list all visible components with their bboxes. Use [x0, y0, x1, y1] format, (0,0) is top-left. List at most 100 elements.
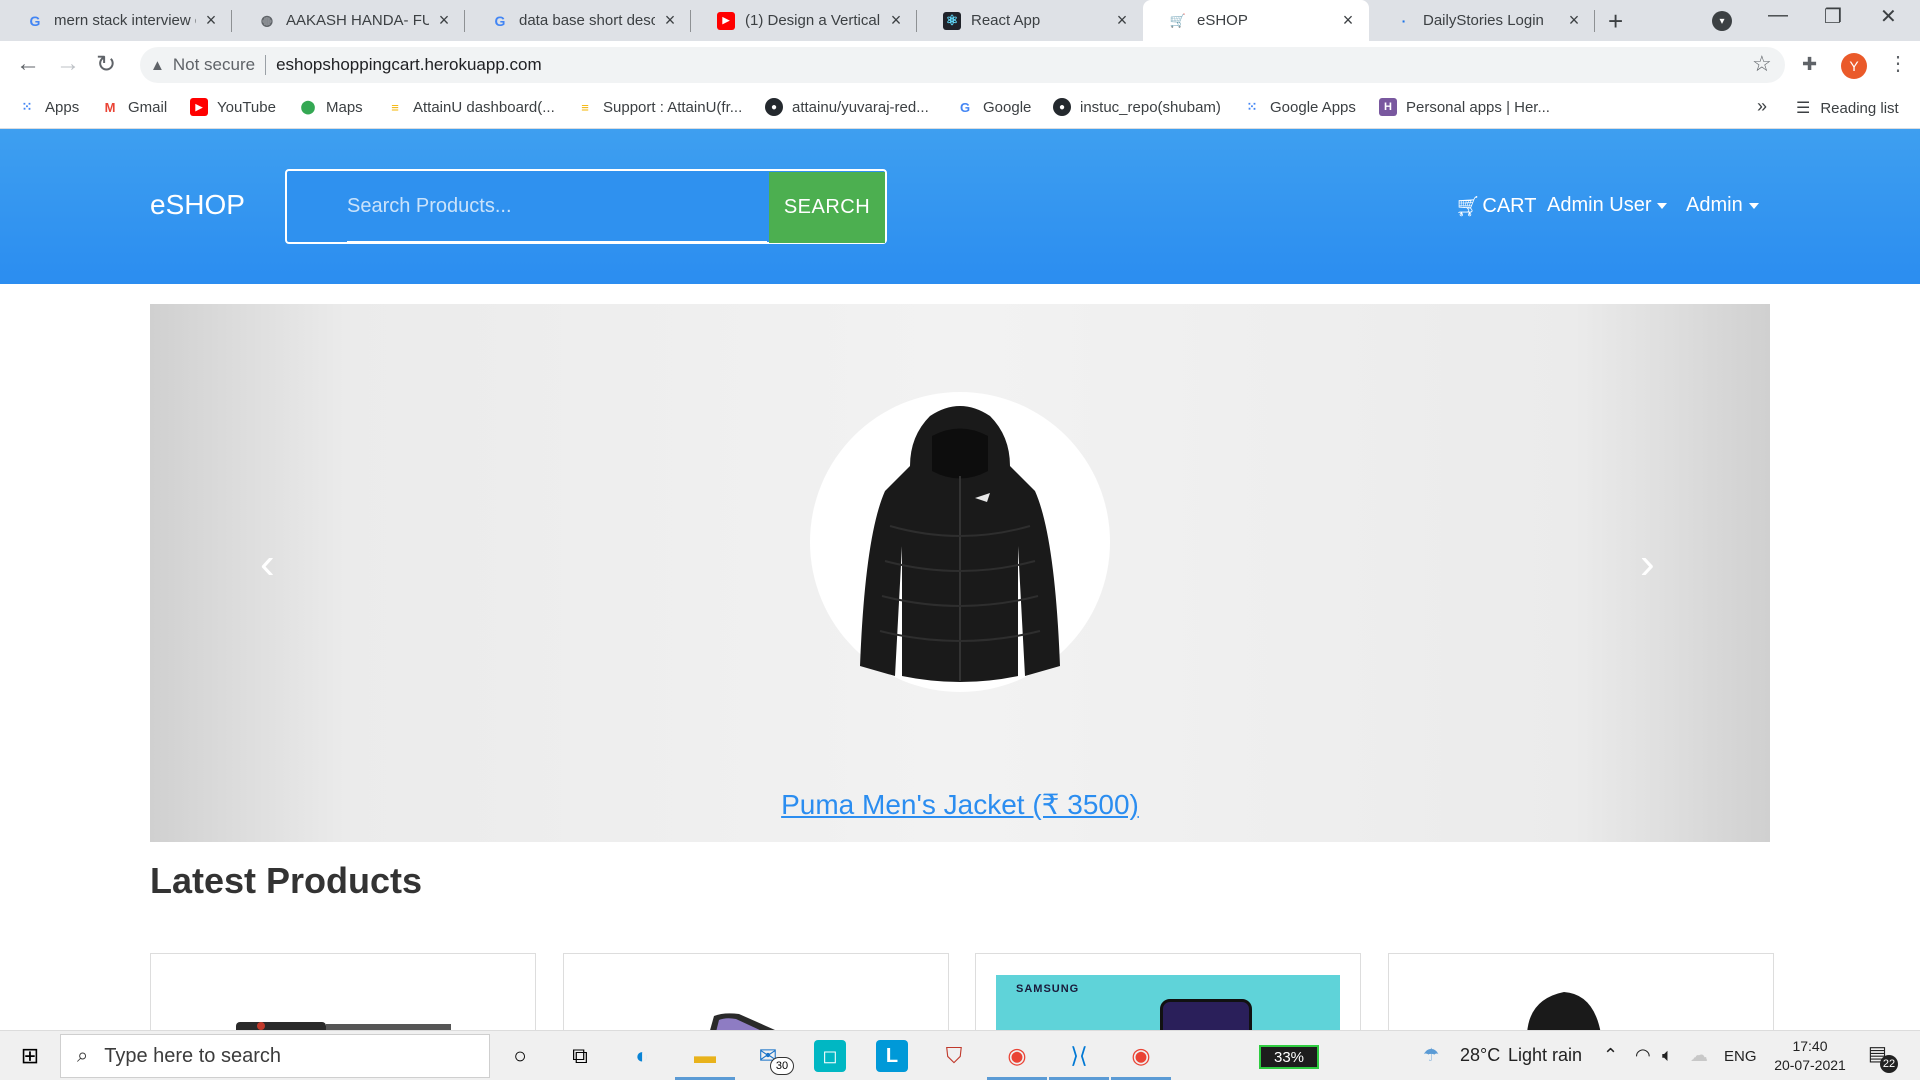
bookmark-github-yuvaraj[interactable]: ● attainu/yuvaraj-red... — [765, 98, 929, 116]
jacket-image[interactable] — [850, 396, 1070, 686]
browser-tab[interactable]: · DailyStories Login × — [1369, 0, 1595, 41]
user-dropdown[interactable]: Admin User — [1547, 194, 1668, 217]
bookmark-label: Maps — [326, 98, 363, 116]
product-card[interactable]: SAMSUNG — [975, 953, 1361, 1033]
brand-logo[interactable]: eSHOP — [150, 189, 245, 221]
lt-app-icon[interactable]: L — [876, 1040, 908, 1072]
close-tab-icon[interactable]: × — [661, 10, 679, 31]
close-tab-icon[interactable]: × — [1113, 10, 1131, 31]
system-clock[interactable]: 17:40 20-07-2021 — [1770, 1037, 1850, 1075]
bookmark-label: Support : AttainU(fr... — [603, 98, 743, 116]
windows-start-icon[interactable]: ⊞ — [14, 1040, 46, 1072]
bookmark-maps[interactable]: ⬤ Maps — [299, 98, 363, 116]
bookmark-star-icon[interactable]: ☆ — [1752, 51, 1772, 77]
apps-grid-icon: ⁙ — [1246, 99, 1258, 114]
tab-search-icon[interactable]: ▾ — [1712, 11, 1732, 31]
maps-pin-icon: ⬤ — [300, 99, 316, 114]
bookmark-label: Gmail — [128, 98, 168, 116]
bookmark-gmail[interactable]: M Gmail — [101, 98, 168, 116]
bookmark-label: Google — [983, 98, 1032, 116]
weather-temp[interactable]: 28°C — [1460, 1045, 1500, 1066]
bookmark-youtube[interactable]: ▶ YouTube — [190, 98, 276, 116]
browser-tab-active[interactable]: 🛒 eSHOP × — [1143, 0, 1369, 41]
search-button[interactable]: SEARCH — [769, 172, 885, 243]
taskbar-search-placeholder: Type here to search — [104, 1044, 281, 1067]
browser-tab[interactable]: G mern stack interview q × — [0, 0, 232, 41]
more-bookmarks-icon[interactable]: » — [1757, 96, 1767, 117]
vscode-icon[interactable]: ⟩⟨ — [1063, 1040, 1095, 1072]
bookmark-label: AttainU dashboard(... — [413, 98, 555, 116]
file-explorer-icon[interactable]: ▬ — [689, 1040, 721, 1072]
onedrive-cloud-icon[interactable]: ☁ — [1690, 1045, 1708, 1066]
bookmark-label: Apps — [45, 98, 80, 116]
url-text[interactable]: eshopshoppingcart.herokuapp.com — [276, 55, 542, 75]
restore-window-icon[interactable]: ❐ — [1824, 4, 1842, 29]
edge-icon[interactable]: ◐ — [626, 1040, 658, 1072]
wifi-icon[interactable]: ◠ — [1635, 1045, 1651, 1066]
reading-list[interactable]: ☰ Reading list — [1796, 98, 1899, 118]
close-tab-icon[interactable]: × — [1565, 10, 1583, 31]
close-tab-icon[interactable]: × — [1339, 10, 1357, 31]
chrome-profile-icon[interactable]: ◉ — [1125, 1040, 1157, 1072]
admin-dropdown[interactable]: Admin — [1686, 194, 1759, 217]
bookmark-attainu-support[interactable]: ≡ Support : AttainU(fr... — [576, 98, 742, 116]
browser-tab[interactable]: G data base short descri × — [465, 0, 691, 41]
carousel-caption-link[interactable]: Puma Men's Jacket (₹ 3500) — [150, 788, 1770, 821]
mcafee-icon[interactable]: ⛉ — [938, 1040, 970, 1072]
close-window-icon[interactable]: ✕ — [1880, 4, 1897, 29]
cortana-icon[interactable]: ○ — [504, 1040, 536, 1072]
apps-grid-icon: ⁙ — [21, 99, 33, 114]
carousel-prev-icon[interactable]: ‹ — [260, 539, 275, 589]
browser-tab-strip: G mern stack interview q × ◍ AAKASH HAND… — [0, 0, 1920, 41]
battery-indicator[interactable]: 33% — [1259, 1045, 1319, 1069]
bookmark-label: attainu/yuvaraj-red... — [792, 98, 929, 116]
chevron-up-icon[interactable]: ⌃ — [1603, 1045, 1618, 1066]
profile-avatar[interactable]: Y — [1841, 53, 1867, 79]
cart-link[interactable]: 🛒︎ CART — [1455, 194, 1536, 219]
app-icon[interactable]: ◻ — [814, 1040, 846, 1072]
address-bar[interactable]: ▲ Not secure eshopshoppingcart.herokuapp… — [140, 47, 1785, 83]
carousel-next-icon[interactable]: › — [1640, 539, 1655, 589]
browser-tab[interactable]: ▶ (1) Design a Vertical Ti × — [691, 0, 917, 41]
tab-title: data base short descri — [519, 12, 655, 29]
close-tab-icon[interactable]: × — [202, 10, 220, 31]
bookmark-label: Personal apps | Her... — [1406, 98, 1550, 116]
product-card[interactable] — [563, 953, 949, 1033]
gmail-icon: M — [104, 99, 116, 115]
react-favicon-icon: ⚛ — [943, 11, 961, 30]
minimize-icon[interactable]: — — [1768, 4, 1788, 27]
bookmark-heroku[interactable]: H Personal apps | Her... — [1379, 98, 1550, 116]
warning-triangle-icon: ▲ — [150, 56, 165, 74]
product-image: SAMSUNG — [996, 975, 1340, 1033]
product-carousel: ‹ › Puma Men's Jacket (₹ 3500) — [150, 304, 1770, 842]
notification-center[interactable]: ▤ 22 — [1868, 1041, 1898, 1073]
bookmark-google-apps[interactable]: ⁙ Google Apps — [1243, 98, 1356, 116]
search-input[interactable] — [287, 171, 767, 242]
browser-tab[interactable]: ⚛ React App × — [917, 0, 1143, 41]
browser-tab[interactable]: ◍ AAKASH HANDA- FUL × — [232, 0, 465, 41]
bookmark-attainu-dashboard[interactable]: ≡ AttainU dashboard(... — [386, 98, 555, 116]
close-tab-icon[interactable]: × — [887, 10, 905, 31]
forward-arrow-icon[interactable]: → — [56, 50, 80, 78]
weather-text[interactable]: Light rain — [1508, 1045, 1582, 1066]
task-view-icon[interactable]: ⧉ — [564, 1040, 596, 1072]
card-brand-text: SAMSUNG — [1016, 983, 1080, 995]
kebab-menu-icon[interactable]: ⋮ — [1888, 51, 1908, 76]
close-tab-icon[interactable]: × — [435, 10, 453, 31]
new-tab-icon[interactable]: + — [1608, 6, 1623, 37]
taskbar-search-box[interactable]: ⌕ Type here to search — [60, 1034, 490, 1078]
github-icon: ● — [765, 98, 783, 116]
bookmark-google[interactable]: G Google — [956, 98, 1031, 116]
chrome-icon[interactable]: ◉ — [1001, 1040, 1033, 1072]
volume-icon[interactable]: 🔈︎ — [1662, 1045, 1673, 1066]
back-arrow-icon[interactable]: ← — [16, 50, 40, 78]
tab-title: mern stack interview q — [54, 12, 196, 29]
product-card[interactable] — [1388, 953, 1774, 1033]
reload-icon[interactable]: ↻ — [96, 50, 116, 79]
bookmark-apps[interactable]: ⁙ Apps — [18, 98, 80, 116]
language-indicator[interactable]: ENG — [1724, 1048, 1757, 1065]
extensions-puzzle-icon[interactable]: ✚ — [1802, 54, 1817, 75]
product-card[interactable] — [150, 953, 536, 1033]
bookmark-github-instuc[interactable]: ● instuc_repo(shubam) — [1053, 98, 1221, 116]
search-icon: ⌕ — [77, 1044, 89, 1067]
